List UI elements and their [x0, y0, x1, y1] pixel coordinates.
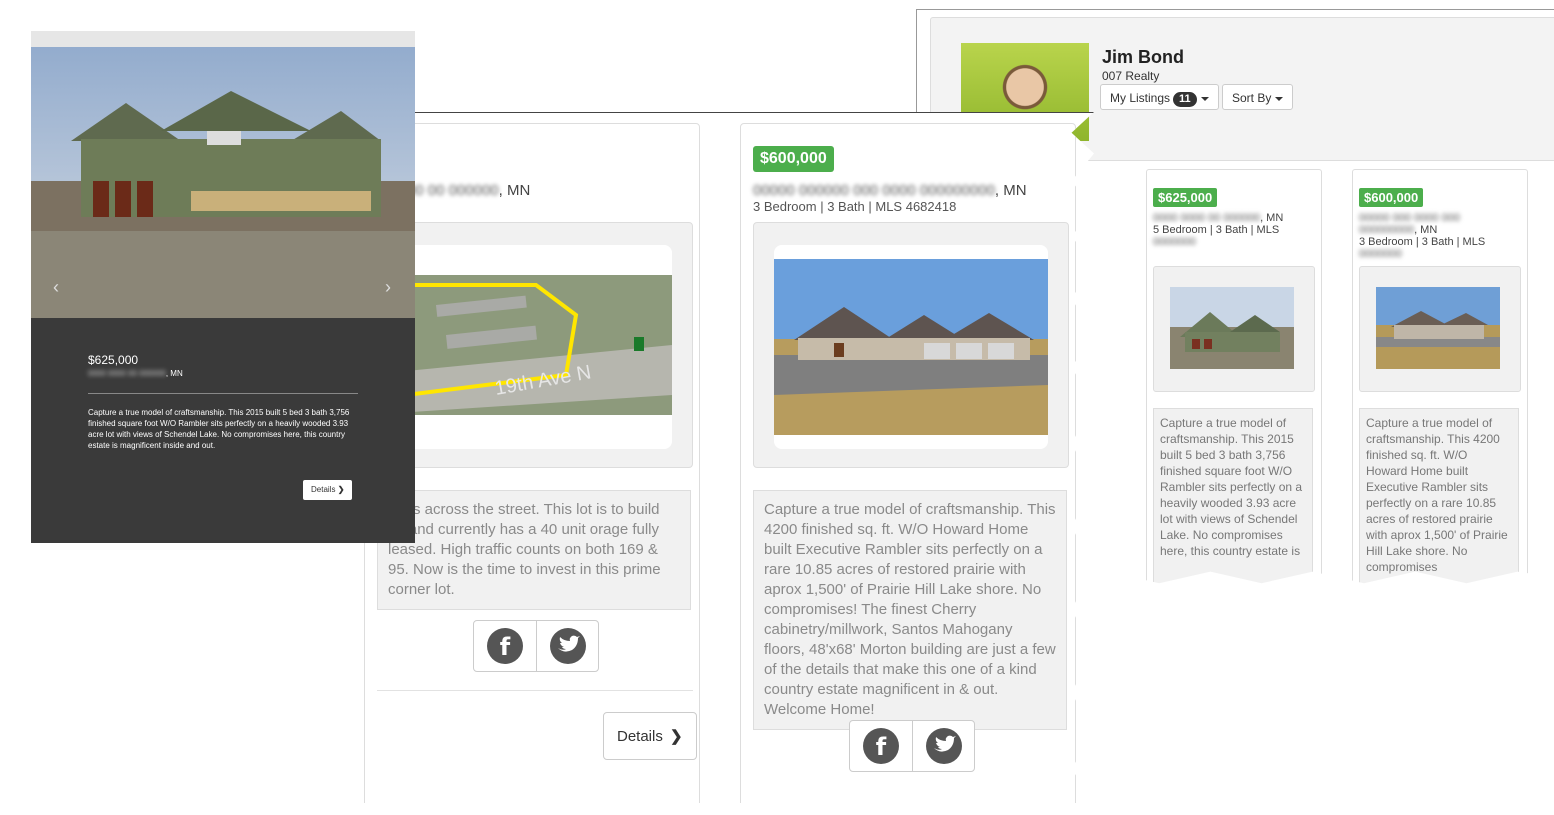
- price-badge: $625,000: [1153, 188, 1218, 207]
- previous-arrow-icon[interactable]: ‹: [53, 277, 59, 297]
- details-button[interactable]: Details ❯: [303, 480, 353, 500]
- facebook-share-button[interactable]: f: [850, 721, 912, 771]
- listing-photo-frame: [1153, 266, 1315, 392]
- details-label: Details: [617, 728, 663, 745]
- listing-address: 00000 000000 000 0000 000000000, MN: [753, 182, 1027, 199]
- house-photo[interactable]: ‹ ›: [31, 31, 415, 318]
- listing-photo-frame: [753, 222, 1069, 468]
- listing-description: Capture a true model of craftsmanship. T…: [753, 490, 1067, 730]
- listing-photo-frame: 19th Ave N: [366, 222, 693, 468]
- detail-price: $625,000: [88, 353, 139, 367]
- house-photo[interactable]: [774, 245, 1048, 449]
- chevron-down-icon: [1200, 96, 1209, 101]
- listing-detail-card: ‹ › $625,000 0000 0000 00 000000, MN Cap…: [31, 31, 415, 543]
- my-listings-label: My Listings: [1110, 91, 1171, 105]
- share-buttons: f: [473, 620, 599, 672]
- listing-description: art is across the street. This lot is to…: [377, 490, 691, 610]
- divider: [88, 393, 358, 394]
- share-buttons: f: [849, 720, 975, 772]
- price-badge: $600,000: [753, 146, 834, 172]
- chevron-right-icon: ❯: [670, 728, 683, 745]
- detail-description: Capture a true model of craftsmanship. T…: [88, 408, 350, 450]
- twitter-share-button[interactable]: [536, 621, 599, 671]
- facebook-icon: f: [487, 628, 523, 664]
- sort-by-button[interactable]: Sort By: [1222, 84, 1294, 110]
- agent-name: Jim Bond: [1102, 47, 1185, 67]
- twitter-icon: [550, 628, 586, 664]
- listing-card[interactable]: $600,000 00000 000 0000 000 000000000, M…: [1352, 169, 1528, 584]
- listing-description: Capture a true model of craftsmanship. T…: [1359, 408, 1519, 584]
- listing-card[interactable]: $600,000 00000 000000 000 0000 000000000…: [740, 123, 1076, 803]
- listing-card[interactable]: $625,000 0000 0000 00 000000, MN 5 Bedro…: [1146, 169, 1322, 584]
- listing-info: 5 Bedroom | 3 Bath | MLS: [1153, 224, 1280, 236]
- listing-count-badge: 11: [1173, 92, 1197, 107]
- chevron-down-icon: [1275, 96, 1284, 101]
- detail-address: 0000 0000 00 000000, MN: [88, 369, 183, 378]
- sort-by-label: Sort By: [1232, 91, 1272, 105]
- divider: [377, 690, 693, 691]
- twitter-share-button[interactable]: [912, 721, 975, 771]
- listing-cards-panel: 000 0000 000 00 000000, MN 7075 19th Ave…: [342, 112, 1094, 803]
- facebook-icon: f: [863, 728, 899, 764]
- listing-address: 00000 000 0000 000 000000000, MN 3 Bedro…: [1359, 212, 1486, 260]
- listing-info: 3 Bedroom | 3 Bath | MLS 4682418: [753, 199, 957, 214]
- facebook-share-button[interactable]: f: [474, 621, 536, 671]
- chevron-right-icon: ❯: [337, 485, 345, 494]
- next-arrow-icon[interactable]: ›: [385, 277, 391, 297]
- listing-address: 0000 0000 00 000000, MN 5 Bedroom | 3 Ba…: [1153, 212, 1284, 248]
- listing-description: Capture a true model of craftsmanship. T…: [1153, 408, 1313, 584]
- listing-info: 3 Bedroom | 3 Bath | MLS: [1359, 236, 1486, 248]
- house-photo[interactable]: [1376, 287, 1500, 369]
- details-button[interactable]: Details ❯: [603, 712, 697, 760]
- price-badge: $600,000: [1359, 188, 1424, 207]
- listing-photo-frame: [1359, 266, 1521, 392]
- my-listings-button[interactable]: My Listings 11: [1100, 84, 1219, 110]
- details-label: Details: [311, 485, 336, 494]
- agent-company: 007 Realty: [1102, 69, 1160, 83]
- house-photo[interactable]: [1170, 287, 1294, 369]
- twitter-icon: [926, 728, 962, 764]
